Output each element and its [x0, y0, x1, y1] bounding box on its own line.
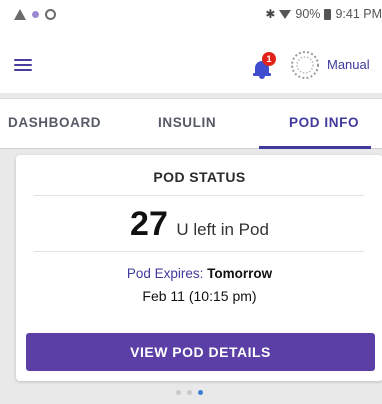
divider	[34, 251, 364, 252]
tab-pod-info[interactable]: POD INFO	[289, 115, 359, 130]
battery-percent: 90%	[295, 7, 321, 21]
expires-value: Tomorrow	[207, 266, 273, 281]
mode-status-icon[interactable]	[290, 50, 320, 80]
warning-icon	[14, 9, 26, 20]
insulin-remaining: 27 U left in Pod	[16, 205, 382, 244]
units-suffix: U left in Pod	[176, 220, 269, 239]
battery-icon	[324, 8, 332, 20]
bluetooth-icon: ✱	[265, 7, 276, 21]
active-tab-indicator	[259, 146, 371, 149]
sync-ring-icon	[45, 9, 56, 20]
page-dot[interactable]	[187, 390, 192, 395]
page-dot[interactable]	[176, 390, 181, 395]
tab-bar: DASHBOARD INSULIN POD INFO	[0, 98, 382, 149]
notification-dot-icon	[32, 11, 39, 18]
view-pod-details-button[interactable]: VIEW POD DETAILS	[26, 333, 375, 371]
page-dot-active[interactable]	[198, 390, 203, 395]
expires-date: Feb 11 (10:15 pm)	[142, 288, 257, 304]
wifi-icon	[279, 9, 292, 19]
app-header: 1 Manual	[0, 38, 382, 93]
tab-dashboard[interactable]: DASHBOARD	[8, 115, 101, 130]
pod-status-card: POD STATUS 27 U left in Pod Pod Expires:…	[16, 155, 382, 381]
card-title: POD STATUS	[153, 169, 246, 185]
status-bar-left	[14, 9, 56, 20]
divider	[34, 195, 364, 196]
clock: 9:41 PM	[335, 7, 382, 21]
pod-expires-row: Pod Expires: Tomorrow	[16, 266, 382, 281]
hamburger-menu-icon[interactable]	[14, 59, 32, 72]
app-screen: ✱ 90% 9:41 PM 1 Manual DASHBOARD INSULIN…	[0, 0, 382, 404]
status-bar-right: ✱ 90% 9:41 PM	[265, 7, 382, 21]
expires-label: Pod Expires:	[126, 266, 204, 281]
mode-label[interactable]: Manual	[327, 57, 370, 72]
notification-badge: 1	[262, 52, 276, 66]
units-value: 27	[130, 205, 168, 243]
status-bar: ✱ 90% 9:41 PM	[0, 0, 382, 38]
tab-insulin[interactable]: INSULIN	[158, 115, 216, 130]
page-indicator	[176, 390, 203, 395]
